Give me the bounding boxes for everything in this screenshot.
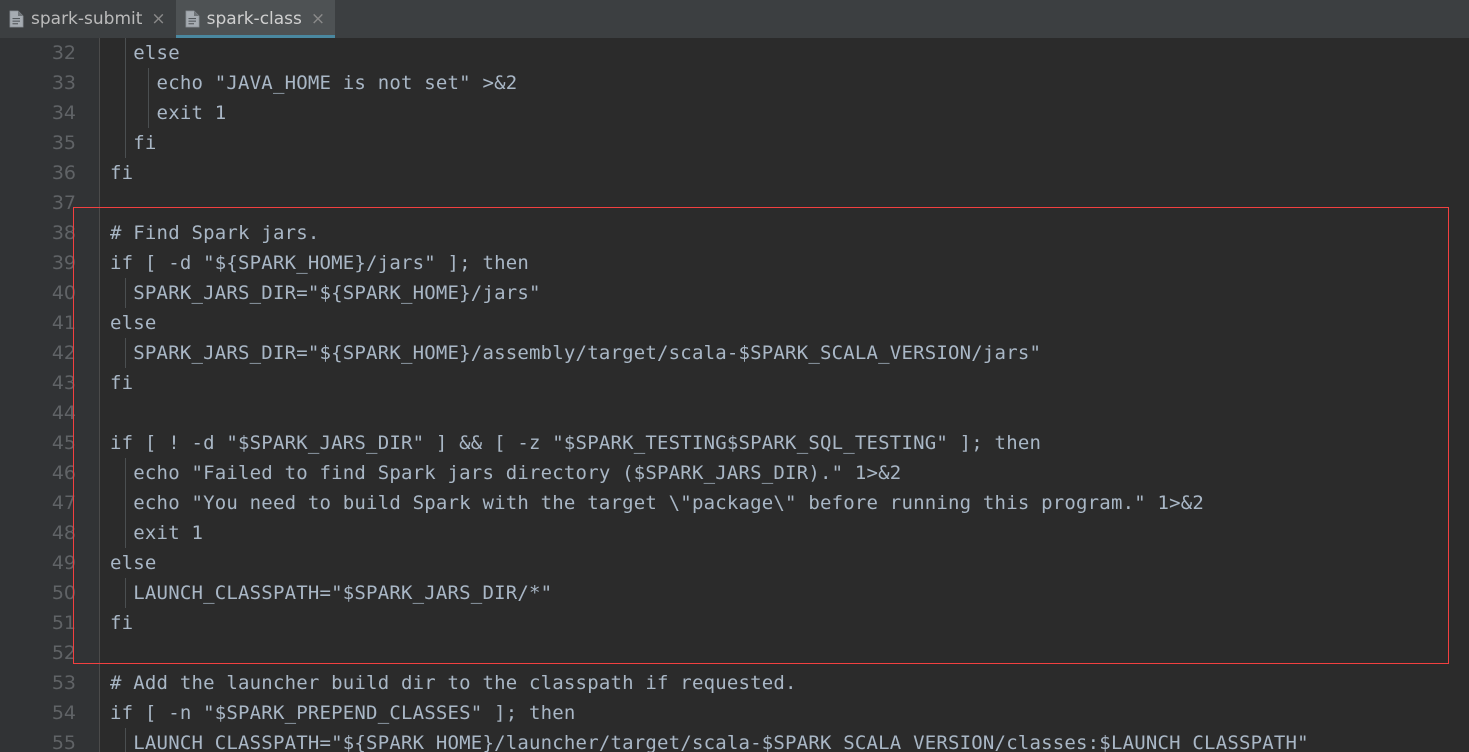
line-number: 42 xyxy=(51,342,76,364)
code-text: fi xyxy=(110,132,157,154)
code-text: if [ ! -d "$SPARK_JARS_DIR" ] && [ -z "$… xyxy=(110,432,1042,454)
tab-spark-submit[interactable]: spark-submit × xyxy=(0,0,176,38)
code-text: LAUNCH_CLASSPATH="${SPARK_HOME}/launcher… xyxy=(110,732,1309,752)
code-text: fi xyxy=(110,612,134,634)
code-line[interactable]: 34 exit 1 xyxy=(0,98,1469,128)
file-icon xyxy=(9,10,24,28)
code-line[interactable]: 55 LAUNCH_CLASSPATH="${SPARK_HOME}/launc… xyxy=(0,728,1469,752)
line-number: 36 xyxy=(51,162,76,184)
code-line[interactable]: 46 echo "Failed to find Spark jars direc… xyxy=(0,458,1469,488)
line-number: 46 xyxy=(51,462,76,484)
tab-label: spark-submit xyxy=(31,9,143,29)
line-number: 52 xyxy=(51,642,76,664)
code-line[interactable]: 53 # Add the launcher build dir to the cl… xyxy=(0,668,1469,698)
code-text: echo "Failed to find Spark jars director… xyxy=(110,462,902,484)
code-text: exit 1 xyxy=(110,102,227,124)
code-line[interactable]: 36 fi xyxy=(0,158,1469,188)
line-number: 41 xyxy=(51,312,76,334)
line-number: 43 xyxy=(51,372,76,394)
code-line[interactable]: 42 SPARK_JARS_DIR="${SPARK_HOME}/assembl… xyxy=(0,338,1469,368)
code-text: # Find Spark jars. xyxy=(110,222,320,244)
code-line[interactable]: 54 if [ -n "$SPARK_PREPEND_CLASSES" ]; th… xyxy=(0,698,1469,728)
tab-label: spark-class xyxy=(206,9,302,29)
code-line[interactable]: 51 fi xyxy=(0,608,1469,638)
tab-spark-class[interactable]: spark-class × xyxy=(175,0,336,38)
line-number: 39 xyxy=(51,252,76,274)
code-line[interactable]: 50 LAUNCH_CLASSPATH="$SPARK_JARS_DIR/*" xyxy=(0,578,1469,608)
code-line[interactable]: 44 xyxy=(0,398,1469,428)
code-text: fi xyxy=(110,372,134,394)
line-number: 35 xyxy=(51,132,76,154)
code-line[interactable]: 35 fi xyxy=(0,128,1469,158)
code-text: # Add the launcher build dir to the clas… xyxy=(110,672,797,694)
code-text: else xyxy=(110,42,180,64)
file-icon xyxy=(185,10,200,28)
code-line[interactable]: 45 if [ ! -d "$SPARK_JARS_DIR" ] && [ -z … xyxy=(0,428,1469,458)
code-text: echo "You need to build Spark with the t… xyxy=(110,492,1205,514)
code-text: LAUNCH_CLASSPATH="$SPARK_JARS_DIR/*" xyxy=(110,582,553,604)
line-number: 33 xyxy=(51,72,76,94)
editor-tab-bar: spark-submit × spark-class × xyxy=(0,0,1469,38)
line-number: 34 xyxy=(51,102,76,124)
line-number: 49 xyxy=(51,552,76,574)
code-line[interactable]: 41 else xyxy=(0,308,1469,338)
code-text: exit 1 xyxy=(110,522,204,544)
code-line[interactable]: 47 echo "You need to build Spark with th… xyxy=(0,488,1469,518)
code-line[interactable]: 49 else xyxy=(0,548,1469,578)
code-text: else xyxy=(110,312,157,334)
code-editor[interactable]: 32 else 33 echo "JAVA_HOME is not set" >&… xyxy=(0,38,1469,752)
line-number: 32 xyxy=(51,42,76,64)
code-text: echo "JAVA_HOME is not set" >&2 xyxy=(110,72,518,94)
line-number: 37 xyxy=(51,192,76,214)
line-number: 50 xyxy=(51,582,76,604)
line-number: 55 xyxy=(51,732,76,752)
code-line[interactable]: 43 fi xyxy=(0,368,1469,398)
line-number: 44 xyxy=(51,402,76,424)
code-line[interactable]: 48 exit 1 xyxy=(0,518,1469,548)
code-text: if [ -n "$SPARK_PREPEND_CLASSES" ]; then xyxy=(110,702,576,724)
code-line[interactable]: 52 xyxy=(0,638,1469,668)
code-line[interactable]: 33 echo "JAVA_HOME is not set" >&2 xyxy=(0,68,1469,98)
code-text: SPARK_JARS_DIR="${SPARK_HOME}/jars" xyxy=(110,282,541,304)
code-line[interactable]: 32 else xyxy=(0,38,1469,68)
code-line[interactable]: 37 xyxy=(0,188,1469,218)
line-number: 45 xyxy=(51,432,76,454)
line-number: 38 xyxy=(51,222,76,244)
line-number: 40 xyxy=(51,282,76,304)
code-line[interactable]: 40 SPARK_JARS_DIR="${SPARK_HOME}/jars" xyxy=(0,278,1469,308)
line-number: 53 xyxy=(51,672,76,694)
line-number: 54 xyxy=(51,702,76,724)
close-icon[interactable]: × xyxy=(311,10,325,28)
line-number: 51 xyxy=(51,612,76,634)
code-line[interactable]: 38 # Find Spark jars. xyxy=(0,218,1469,248)
code-text: SPARK_JARS_DIR="${SPARK_HOME}/assembly/t… xyxy=(110,342,1042,364)
line-number: 47 xyxy=(51,492,76,514)
line-number: 48 xyxy=(51,522,76,544)
code-text: if [ -d "${SPARK_HOME}/jars" ]; then xyxy=(110,252,530,274)
code-text: else xyxy=(110,552,157,574)
code-lines[interactable]: 32 else 33 echo "JAVA_HOME is not set" >&… xyxy=(0,38,1469,752)
code-line[interactable]: 39 if [ -d "${SPARK_HOME}/jars" ]; then xyxy=(0,248,1469,278)
code-text: fi xyxy=(110,162,134,184)
close-icon[interactable]: × xyxy=(151,10,165,28)
